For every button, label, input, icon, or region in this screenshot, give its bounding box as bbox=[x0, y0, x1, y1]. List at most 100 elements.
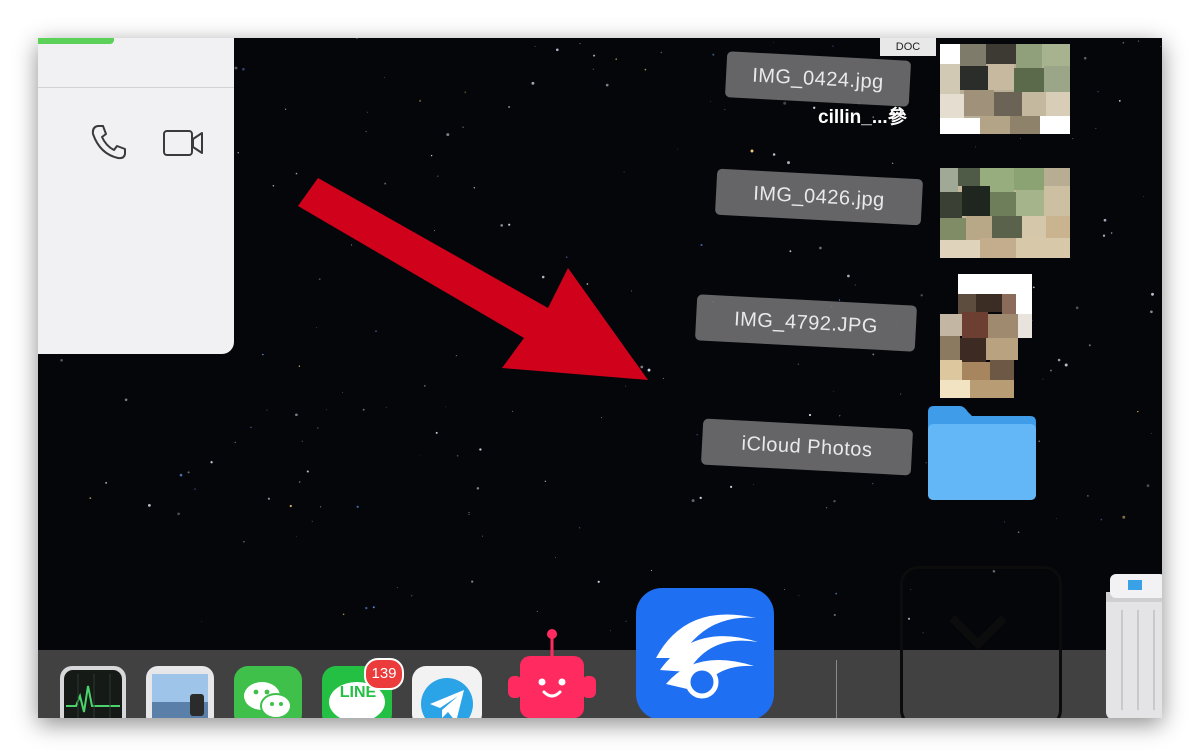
star bbox=[201, 621, 203, 622]
star bbox=[891, 162, 894, 165]
star bbox=[677, 148, 678, 150]
star bbox=[295, 413, 298, 417]
wechat-icon[interactable] bbox=[234, 666, 302, 718]
star bbox=[479, 448, 482, 451]
star bbox=[242, 67, 245, 71]
star bbox=[696, 433, 699, 436]
star bbox=[1110, 232, 1113, 234]
star bbox=[1151, 292, 1154, 296]
star bbox=[1020, 138, 1021, 139]
star bbox=[319, 506, 322, 508]
star bbox=[301, 440, 303, 442]
star bbox=[605, 83, 609, 87]
star bbox=[418, 99, 422, 103]
star bbox=[362, 408, 365, 411]
star bbox=[975, 146, 976, 148]
star bbox=[813, 106, 816, 109]
star bbox=[534, 46, 536, 47]
star bbox=[284, 108, 287, 110]
image-thumbnail[interactable] bbox=[940, 274, 1032, 398]
notification-badge: 139 bbox=[364, 658, 404, 690]
star bbox=[1075, 306, 1079, 310]
star bbox=[356, 505, 359, 508]
star bbox=[597, 580, 600, 583]
telegram-icon[interactable] bbox=[412, 666, 482, 718]
star bbox=[306, 470, 309, 473]
image-thumbnail[interactable] bbox=[940, 168, 1070, 258]
red-arrow-annotation bbox=[298, 178, 648, 380]
star bbox=[835, 592, 838, 595]
star bbox=[508, 106, 511, 108]
star bbox=[147, 503, 151, 507]
desktop-screen: DOC cillin_...參 IMG_0424.jpg IMG_0426.jp… bbox=[38, 38, 1162, 718]
star bbox=[210, 461, 213, 464]
video-camera-icon[interactable] bbox=[162, 126, 206, 160]
folder-icon[interactable] bbox=[924, 402, 1040, 502]
star bbox=[476, 487, 480, 490]
star bbox=[234, 441, 236, 444]
star bbox=[1102, 234, 1106, 237]
trash-icon[interactable] bbox=[1100, 570, 1162, 718]
activity-monitor-icon[interactable] bbox=[60, 666, 126, 718]
star bbox=[593, 54, 596, 57]
star bbox=[753, 484, 755, 486]
star bbox=[839, 415, 841, 417]
user-file-label[interactable]: cillin_...參 bbox=[818, 102, 907, 129]
star bbox=[356, 38, 358, 39]
star bbox=[1032, 286, 1035, 289]
preview-icon[interactable] bbox=[146, 666, 214, 718]
star bbox=[833, 613, 836, 617]
star bbox=[396, 586, 398, 589]
star bbox=[555, 556, 556, 558]
star bbox=[1083, 56, 1087, 60]
star bbox=[847, 274, 850, 278]
star bbox=[1137, 411, 1139, 413]
star bbox=[1143, 196, 1144, 198]
star bbox=[900, 393, 902, 395]
star bbox=[1118, 100, 1121, 102]
phone-icon[interactable] bbox=[88, 122, 128, 162]
star bbox=[468, 513, 470, 516]
star bbox=[1042, 378, 1044, 380]
star bbox=[60, 359, 63, 362]
star bbox=[531, 81, 535, 85]
drop-target-outline bbox=[900, 566, 1062, 718]
star bbox=[462, 126, 464, 128]
star bbox=[243, 541, 245, 543]
star bbox=[808, 413, 812, 417]
star bbox=[1103, 218, 1107, 222]
star bbox=[342, 613, 345, 616]
star bbox=[1003, 521, 1005, 523]
star bbox=[920, 294, 923, 297]
star bbox=[124, 398, 128, 402]
star bbox=[295, 535, 297, 537]
star bbox=[430, 154, 433, 157]
image-thumbnail[interactable] bbox=[940, 44, 1070, 134]
eye-app-icon[interactable] bbox=[636, 588, 774, 718]
star bbox=[1122, 515, 1126, 519]
star bbox=[481, 535, 483, 537]
star bbox=[1057, 358, 1061, 362]
star bbox=[833, 390, 835, 392]
file-label-img-0424[interactable]: IMG_0424.jpg bbox=[724, 51, 912, 107]
star bbox=[555, 48, 559, 52]
star bbox=[446, 133, 450, 137]
star bbox=[1088, 344, 1091, 347]
star bbox=[838, 299, 841, 301]
star bbox=[179, 473, 183, 477]
star bbox=[832, 45, 834, 47]
star bbox=[366, 111, 368, 113]
star bbox=[1097, 90, 1099, 93]
star bbox=[420, 455, 421, 457]
star bbox=[1095, 127, 1097, 130]
star bbox=[365, 131, 367, 133]
star bbox=[1150, 432, 1152, 434]
panel-accent-bar bbox=[38, 38, 114, 44]
star bbox=[625, 620, 627, 623]
star bbox=[826, 507, 828, 509]
robot-app-icon[interactable] bbox=[506, 628, 598, 718]
star bbox=[372, 606, 375, 609]
star bbox=[299, 481, 301, 483]
star bbox=[798, 595, 800, 597]
star bbox=[872, 483, 874, 485]
